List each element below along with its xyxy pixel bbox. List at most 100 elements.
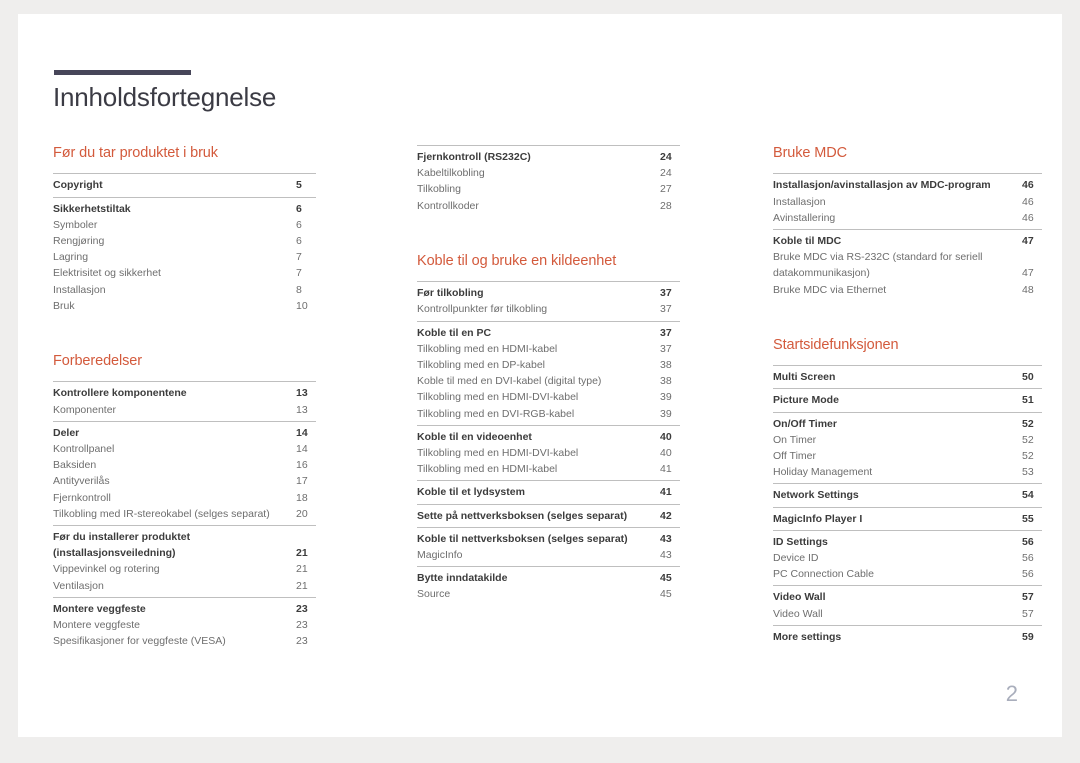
toc-entry-page: 42 <box>660 509 672 522</box>
toc-entry-primary[interactable]: Deler 14 <box>53 425 316 441</box>
toc-entry-secondary[interactable]: Elektrisitet og sikkerhet 7 <box>53 265 316 281</box>
toc-entry-secondary[interactable]: Kontrollpanel 14 <box>53 441 316 457</box>
toc-group: Koble til et lydsystem 41 <box>417 480 680 503</box>
toc-entry-secondary[interactable]: Fjernkontroll 18 <box>53 490 316 506</box>
toc-group: Før tilkobling 37 Kontrollpunkter før tilk… <box>417 281 680 320</box>
toc-entry-secondary[interactable]: Device ID 56 <box>773 550 1042 566</box>
toc-entry-secondary[interactable]: Tilkobling med en DP-kabel 38 <box>417 357 680 373</box>
toc-entry-primary[interactable]: Video Wall 57 <box>773 589 1042 605</box>
toc-entry-page: 21 <box>296 547 308 560</box>
toc-entry-secondary[interactable]: Kabeltilkobling 24 <box>417 165 680 181</box>
toc-entry-secondary[interactable]: Koble til med en DVI-kabel (digital type… <box>417 373 680 389</box>
toc-entry-secondary[interactable]: PC Connection Cable 56 <box>773 566 1042 582</box>
toc-entry-label: Tilkobling med en HDMI-kabel <box>417 463 558 476</box>
toc-entry-page: 52 <box>1022 417 1034 430</box>
toc-entry-primary[interactable]: Koble til nettverksboksen (selges separa… <box>417 531 680 547</box>
toc-entry-primary[interactable]: Bytte inndatakilde 45 <box>417 570 680 586</box>
toc-entry-secondary[interactable]: Avinstallering 46 <box>773 210 1042 226</box>
toc-entry-page: 13 <box>296 403 308 416</box>
toc-group: ID Settings 56 Device ID 56 PC Connection Ca… <box>773 529 1042 586</box>
toc-entry-label: Sette på nettverksboksen (selges separat… <box>417 509 628 522</box>
toc-entry-secondary[interactable]: Bruke MDC via Ethernet 48 <box>773 282 1042 298</box>
toc-entry-secondary[interactable]: Symboler 6 <box>53 217 316 233</box>
toc-entry-primary[interactable]: ID Settings 56 <box>773 534 1042 550</box>
toc-entry-primary[interactable]: Koble til et lydsystem 41 <box>417 484 680 500</box>
toc-entry-primary[interactable]: Montere veggfeste 23 <box>53 601 316 617</box>
toc-entry-secondary[interactable]: Vippevinkel og rotering 21 <box>53 561 316 577</box>
toc-entry-page: 59 <box>1022 630 1034 643</box>
toc-entry-primary[interactable]: Copyright 5 <box>53 177 316 193</box>
toc-entry-secondary[interactable]: Baksiden 16 <box>53 457 316 473</box>
toc-entry-page: 47 <box>1022 235 1034 247</box>
toc-entry-page: 27 <box>660 183 672 196</box>
toc-entry-secondary[interactable]: Spesifikasjoner for veggfeste (VESA) 23 <box>53 633 316 649</box>
toc-entry-secondary[interactable]: Rengjøring 6 <box>53 233 316 249</box>
toc-entry-secondary[interactable]: Installasjon 46 <box>773 194 1042 210</box>
toc-entry-secondary[interactable]: Lagring 7 <box>53 249 316 265</box>
toc-entry-secondary[interactable]: Tilkobling med en HDMI-kabel 41 <box>417 461 680 477</box>
toc-entry-label: Network Settings <box>773 489 859 502</box>
toc-entry-primary[interactable]: Fjernkontroll (RS232C) 24 <box>417 149 680 165</box>
toc-entry-label: Kontrollpanel <box>53 443 115 456</box>
toc-entry-page: 21 <box>296 563 308 576</box>
toc-entry-secondary[interactable]: Video Wall 57 <box>773 606 1042 622</box>
toc-group: Bytte inndatakilde 45 Source 45 <box>417 566 680 605</box>
toc-entry-label: Off Timer <box>773 450 816 463</box>
toc-entry-page: 28 <box>660 199 672 212</box>
title-accent-rule <box>54 70 191 75</box>
toc-entry-secondary[interactable]: Installasjon 8 <box>53 282 316 298</box>
toc-entry-secondary[interactable]: Tilkobling med en HDMI-kabel 37 <box>417 341 680 357</box>
toc-entry-secondary[interactable]: Bruk 10 <box>53 298 316 314</box>
toc-entry-secondary[interactable]: Ventilasjon 21 <box>53 578 316 594</box>
toc-entry-label: PC Connection Cable <box>773 568 874 581</box>
toc-entry-secondary[interactable]: Tilkobling med IR-stereokabel (selges se… <box>53 506 316 522</box>
toc-entry-primary[interactable]: On/Off Timer 52 <box>773 416 1042 432</box>
toc-entry-page: 6 <box>296 235 302 247</box>
toc-entry-secondary[interactable]: Antityverilås 17 <box>53 473 316 489</box>
toc-entry-secondary[interactable]: Montere veggfeste 23 <box>53 617 316 633</box>
toc-entry-primary[interactable]: Installasjon/avinstallasjon av MDC-progr… <box>773 177 1042 193</box>
toc-entry-secondary[interactable]: Kontrollpunkter før tilkobling 37 <box>417 301 680 317</box>
toc-entry-secondary[interactable]: Source 45 <box>417 586 680 602</box>
toc-entry-label: Tilkobling med IR-stereokabel (selges se… <box>53 507 270 520</box>
toc-entry-label: Tilkobling med en HDMI-kabel <box>417 342 558 355</box>
toc-entry-primary[interactable]: Koble til MDC 47 <box>773 233 1042 249</box>
toc-entry-secondary[interactable]: Bruke MDC via RS-232C (standard for seri… <box>773 249 1042 281</box>
toc-entry-label: Kabeltilkobling <box>417 167 485 180</box>
toc-entry-primary[interactable]: More settings 59 <box>773 629 1042 645</box>
toc-entry-primary[interactable]: Sikkerhetstiltak 6 <box>53 201 316 217</box>
toc-entry-primary[interactable]: Network Settings 54 <box>773 487 1042 503</box>
toc-entry-label: Ventilasjon <box>53 579 104 592</box>
toc-entry-secondary[interactable]: Holiday Management 53 <box>773 464 1042 480</box>
toc-entry-secondary[interactable]: On Timer 52 <box>773 432 1042 448</box>
toc-entry-secondary[interactable]: Tilkobling med en HDMI-DVI-kabel 40 <box>417 445 680 461</box>
toc-entry-primary[interactable]: Koble til en videoenhet 40 <box>417 429 680 445</box>
toc-entry-secondary[interactable]: Tilkobling med en HDMI-DVI-kabel 39 <box>417 389 680 405</box>
toc-entry-secondary[interactable]: Off Timer 52 <box>773 448 1042 464</box>
toc-entry-page: 39 <box>660 391 672 404</box>
toc-entry-page: 24 <box>660 151 672 163</box>
toc-entry-label: On Timer <box>773 433 817 446</box>
toc-entry-label: Tilkobling <box>417 183 461 196</box>
toc-entry-secondary[interactable]: Komponenter 13 <box>53 402 316 418</box>
toc-entry-primary[interactable]: Multi Screen 50 <box>773 369 1042 385</box>
toc-entry-primary[interactable]: Picture Mode 51 <box>773 392 1042 408</box>
toc-entry-secondary[interactable]: Tilkobling 27 <box>417 181 680 197</box>
toc-entry-page: 55 <box>1022 512 1034 525</box>
toc-entry-page: 39 <box>660 407 672 420</box>
toc-entry-page: 47 <box>1022 267 1034 280</box>
toc-entry-label: Device ID <box>773 552 819 565</box>
toc-group: Deler 14 Kontrollpanel 14 Baksiden 16 Antityve… <box>53 420 316 525</box>
toc-entry-page: 57 <box>1022 607 1034 620</box>
toc-entry-primary[interactable]: Før du installerer produktet (installasj… <box>53 529 316 561</box>
page-title: Innholdsfortegnelse <box>53 82 277 112</box>
toc-entry-primary[interactable]: Sette på nettverksboksen (selges separat… <box>417 508 680 524</box>
toc-entry-secondary[interactable]: Tilkobling med en DVI-RGB-kabel 39 <box>417 406 680 422</box>
toc-entry-primary[interactable]: Koble til en PC 37 <box>417 325 680 341</box>
toc-entry-primary[interactable]: Kontrollere komponentene 13 <box>53 385 316 401</box>
toc-entry-secondary[interactable]: Kontrollkoder 28 <box>417 198 680 214</box>
toc-entry-primary[interactable]: Før tilkobling 37 <box>417 285 680 301</box>
toc-entry-secondary[interactable]: MagicInfo 43 <box>417 547 680 563</box>
toc-entry-primary[interactable]: MagicInfo Player I 55 <box>773 511 1042 527</box>
toc-entry-label: Deler <box>53 426 80 439</box>
